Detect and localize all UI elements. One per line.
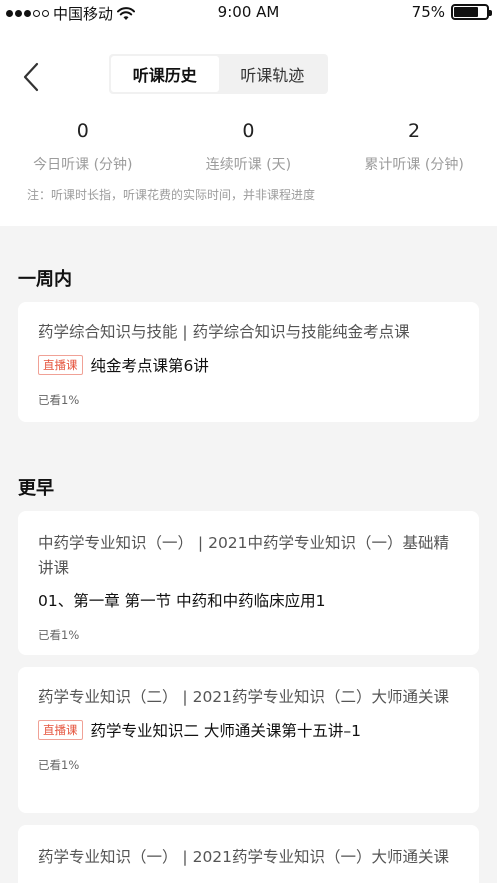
- stat-label: 累计听课 (分钟): [364, 157, 464, 173]
- course-title: 药学专业知识（二） | 2021药学专业知识（二）大师通关课: [38, 688, 450, 706]
- stat-label: 今日听课 (分钟): [33, 157, 133, 173]
- stat-value: 2: [408, 120, 421, 142]
- course-title: 药学综合知识与技能 | 药学综合知识与技能纯金考点课: [38, 323, 410, 341]
- history-card[interactable]: 药学专业知识（一） | 2021药学专业知识（一）大师通关课: [18, 825, 479, 883]
- course-title: 中药学专业知识（一） | 2021中药学专业知识（一）基础精讲课: [38, 534, 450, 577]
- back-button[interactable]: [18, 60, 46, 94]
- tab-bar: 听课历史 听课轨迹: [109, 54, 328, 94]
- chevron-left-icon: [23, 62, 39, 92]
- section-title-earlier: 更早: [18, 478, 54, 499]
- history-card[interactable]: 中药学专业知识（一） | 2021中药学专业知识（一）基础精讲课 01、第一章 …: [18, 511, 479, 655]
- lesson-row: 直播课 纯金考点课第6讲: [38, 354, 459, 376]
- tab-history[interactable]: 听课历史: [111, 56, 219, 92]
- battery-fill: [454, 7, 478, 17]
- course-title: 药学专业知识（一） | 2021药学专业知识（一）大师通关课: [38, 848, 450, 866]
- watch-progress: 已看1%: [38, 758, 80, 772]
- lesson-title: 01、第一章 第一节 中药和中药临床应用1: [38, 592, 326, 610]
- history-card[interactable]: 药学专业知识（二） | 2021药学专业知识（二）大师通关课 直播课 药学专业知…: [18, 667, 479, 813]
- stat-streak: 0 连续听课 (天): [166, 120, 332, 174]
- section-title-week: 一周内: [18, 269, 72, 290]
- stats-row: 0 今日听课 (分钟) 0 连续听课 (天) 2 累计听课 (分钟): [0, 120, 497, 174]
- lesson-title: 纯金考点课第6讲: [90, 357, 209, 375]
- stat-value: 0: [76, 120, 89, 142]
- battery-icon: [451, 4, 492, 20]
- watch-progress: 已看1%: [38, 393, 80, 407]
- header-panel: 中国移动 9:00 AM 75% 听课历史 听课轨迹 0 今日听课 (分钟) 0…: [0, 0, 497, 226]
- battery-percent: 75%: [411, 3, 445, 21]
- stat-label: 连续听课 (天): [205, 157, 292, 173]
- stat-today: 0 今日听课 (分钟): [0, 120, 166, 174]
- history-card[interactable]: 药学综合知识与技能 | 药学综合知识与技能纯金考点课 直播课 纯金考点课第6讲 …: [18, 302, 479, 422]
- stat-value: 0: [242, 120, 255, 142]
- status-right: 75%: [411, 3, 492, 21]
- lesson-title: 药学专业知识二 大师通关课第十五讲–1: [90, 722, 362, 740]
- battery-cap: [489, 10, 492, 16]
- duration-note: 注：听课时长指，听课花费的实际时间，并非课程进度: [27, 188, 316, 202]
- live-badge: 直播课: [38, 355, 83, 375]
- lesson-row: 01、第一章 第一节 中药和中药临床应用1: [38, 589, 459, 611]
- live-badge: 直播课: [38, 720, 83, 740]
- lesson-row: 直播课 药学专业知识二 大师通关课第十五讲–1: [38, 719, 459, 741]
- tab-trajectory[interactable]: 听课轨迹: [219, 56, 327, 92]
- status-bar: 中国移动 9:00 AM 75%: [0, 0, 497, 26]
- watch-progress: 已看1%: [38, 628, 80, 642]
- stat-total: 2 累计听课 (分钟): [331, 120, 497, 174]
